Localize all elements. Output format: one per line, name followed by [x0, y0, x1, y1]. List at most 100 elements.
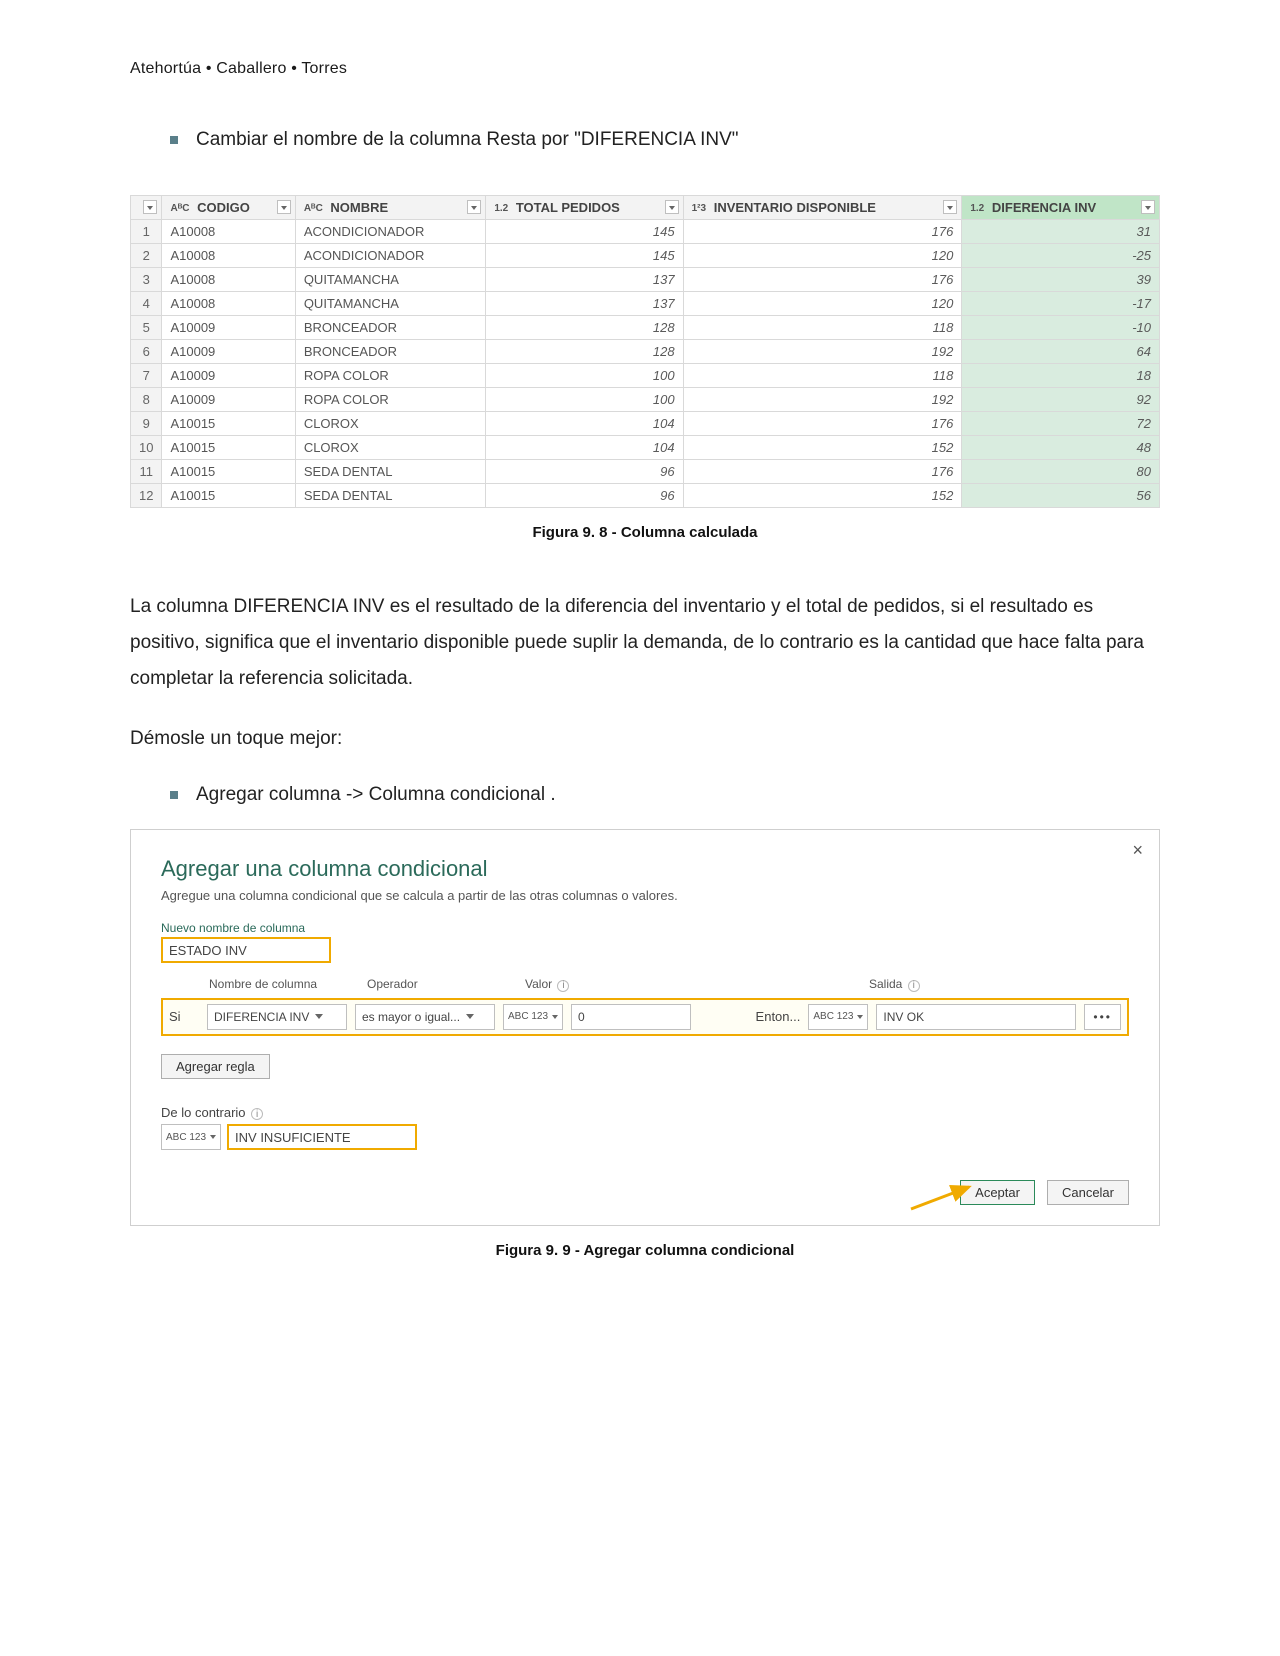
- col-total-label: TOTAL PEDIDOS: [516, 200, 620, 215]
- info-icon[interactable]: i: [251, 1108, 263, 1120]
- table-row[interactable]: 8A10009ROPA COLOR10019292: [131, 387, 1160, 411]
- cell-diferencia: 56: [962, 483, 1160, 507]
- else-type-select[interactable]: ABC 123: [161, 1124, 221, 1150]
- new-column-name-input[interactable]: ESTADO INV: [161, 937, 331, 963]
- cell-inventario: 176: [683, 267, 962, 291]
- output-type-select[interactable]: ABC 123: [808, 1004, 868, 1030]
- figure-8-caption: Figura 9. 8 - Columna calculada: [130, 524, 1160, 541]
- row-number: 8: [131, 387, 162, 411]
- cell-inventario: 120: [683, 291, 962, 315]
- cell-inventario: 192: [683, 339, 962, 363]
- cell-codigo: A10015: [162, 411, 295, 435]
- table-row[interactable]: 9A10015CLOROX10417672: [131, 411, 1160, 435]
- close-icon[interactable]: ×: [1132, 840, 1143, 861]
- rule-value-input[interactable]: 0: [571, 1004, 691, 1030]
- col-diferencia-header[interactable]: 1.2 DIFERENCIA INV: [962, 195, 1160, 219]
- row-number: 4: [131, 291, 162, 315]
- bullet-icon: [170, 136, 178, 144]
- cell-codigo: A10015: [162, 435, 295, 459]
- cell-codigo: A10009: [162, 363, 295, 387]
- cell-codigo: A10008: [162, 291, 295, 315]
- col-diferencia-label: DIFERENCIA INV: [992, 200, 1096, 215]
- rule-column-select[interactable]: DIFERENCIA INV: [207, 1004, 347, 1030]
- cell-codigo: A10015: [162, 459, 295, 483]
- chevron-down-icon[interactable]: [943, 200, 957, 214]
- chevron-down-icon[interactable]: [467, 200, 481, 214]
- table-row[interactable]: 2A10008ACONDICIONADOR145120-25: [131, 243, 1160, 267]
- rule-output-input[interactable]: INV OK: [876, 1004, 1076, 1030]
- cell-nombre: ROPA COLOR: [295, 363, 486, 387]
- row-number: 1: [131, 219, 162, 243]
- cell-total: 128: [486, 339, 683, 363]
- table-row[interactable]: 6A10009BRONCEADOR12819264: [131, 339, 1160, 363]
- chevron-down-icon[interactable]: [277, 200, 291, 214]
- cell-diferencia: 31: [962, 219, 1160, 243]
- paragraph-explain: La columna DIFERENCIA INV es el resultad…: [130, 589, 1160, 697]
- cell-nombre: SEDA DENTAL: [295, 459, 486, 483]
- running-head: Atehortúa • Caballero • Torres: [130, 60, 1160, 78]
- type-text-icon: AᴮC: [304, 203, 323, 214]
- col-inventario-header[interactable]: 1²3 INVENTARIO DISPONIBLE: [683, 195, 962, 219]
- cell-nombre: CLOROX: [295, 435, 486, 459]
- table-row[interactable]: 3A10008QUITAMANCHA13717639: [131, 267, 1160, 291]
- rule-more-button[interactable]: •••: [1084, 1004, 1121, 1030]
- cancel-button[interactable]: Cancelar: [1047, 1180, 1129, 1205]
- col-total-header[interactable]: 1.2 TOTAL PEDIDOS: [486, 195, 683, 219]
- value-type-select[interactable]: ABC 123: [503, 1004, 563, 1030]
- col-codigo-header[interactable]: AᴮC CODIGO: [162, 195, 295, 219]
- col-inventario-label: INVENTARIO DISPONIBLE: [714, 200, 876, 215]
- cell-diferencia: 64: [962, 339, 1160, 363]
- cell-total: 145: [486, 219, 683, 243]
- cell-nombre: BRONCEADOR: [295, 339, 486, 363]
- table-row[interactable]: 10A10015CLOROX10415248: [131, 435, 1160, 459]
- table-row[interactable]: 4A10008QUITAMANCHA137120-17: [131, 291, 1160, 315]
- cell-diferencia: -10: [962, 315, 1160, 339]
- conditional-column-dialog: × Agregar una columna condicional Agregu…: [130, 829, 1160, 1226]
- cell-nombre: CLOROX: [295, 411, 486, 435]
- cell-inventario: 176: [683, 459, 962, 483]
- row-number: 3: [131, 267, 162, 291]
- table-corner[interactable]: [131, 195, 162, 219]
- info-icon[interactable]: i: [908, 980, 920, 992]
- cell-inventario: 176: [683, 411, 962, 435]
- cell-total: 104: [486, 435, 683, 459]
- cell-nombre: ROPA COLOR: [295, 387, 486, 411]
- table-row[interactable]: 12A10015SEDA DENTAL9615256: [131, 483, 1160, 507]
- rule-operator-select[interactable]: es mayor o igual...: [355, 1004, 495, 1030]
- cell-codigo: A10008: [162, 219, 295, 243]
- row-number: 2: [131, 243, 162, 267]
- table-row[interactable]: 1A10008ACONDICIONADOR14517631: [131, 219, 1160, 243]
- add-rule-button[interactable]: Agregar regla: [161, 1054, 270, 1079]
- info-icon[interactable]: i: [557, 980, 569, 992]
- chevron-down-icon[interactable]: [665, 200, 679, 214]
- cell-total: 104: [486, 411, 683, 435]
- label-column: Nombre de columna: [209, 977, 359, 992]
- cell-nombre: SEDA DENTAL: [295, 483, 486, 507]
- cell-inventario: 118: [683, 363, 962, 387]
- table-row[interactable]: 11A10015SEDA DENTAL9617680: [131, 459, 1160, 483]
- cell-total: 137: [486, 291, 683, 315]
- type-whole-icon: 1²3: [692, 203, 706, 214]
- label-value: Valor i: [525, 977, 705, 992]
- then-label: Enton...: [756, 1009, 801, 1024]
- paragraph-lead: Démosle un toque mejor:: [130, 721, 1160, 757]
- else-value-input[interactable]: INV INSUFICIENTE: [227, 1124, 417, 1150]
- dialog-subtitle: Agregue una columna condicional que se c…: [161, 888, 1129, 903]
- dialog-title: Agregar una columna condicional: [161, 856, 1129, 882]
- cell-total: 145: [486, 243, 683, 267]
- cell-inventario: 176: [683, 219, 962, 243]
- row-number: 9: [131, 411, 162, 435]
- col-codigo-label: CODIGO: [197, 200, 250, 215]
- cell-total: 137: [486, 267, 683, 291]
- table-row[interactable]: 5A10009BRONCEADOR128118-10: [131, 315, 1160, 339]
- cell-inventario: 120: [683, 243, 962, 267]
- col-nombre-header[interactable]: AᴮC NOMBRE: [295, 195, 486, 219]
- cell-nombre: ACONDICIONADOR: [295, 219, 486, 243]
- figure-9-caption: Figura 9. 9 - Agregar columna condiciona…: [130, 1242, 1160, 1259]
- rule-operator-value: es mayor o igual...: [362, 1010, 460, 1024]
- if-label: Si: [169, 1009, 199, 1024]
- cell-diferencia: -25: [962, 243, 1160, 267]
- table-row[interactable]: 7A10009ROPA COLOR10011818: [131, 363, 1160, 387]
- chevron-down-icon[interactable]: [143, 200, 157, 214]
- chevron-down-icon[interactable]: [1141, 200, 1155, 214]
